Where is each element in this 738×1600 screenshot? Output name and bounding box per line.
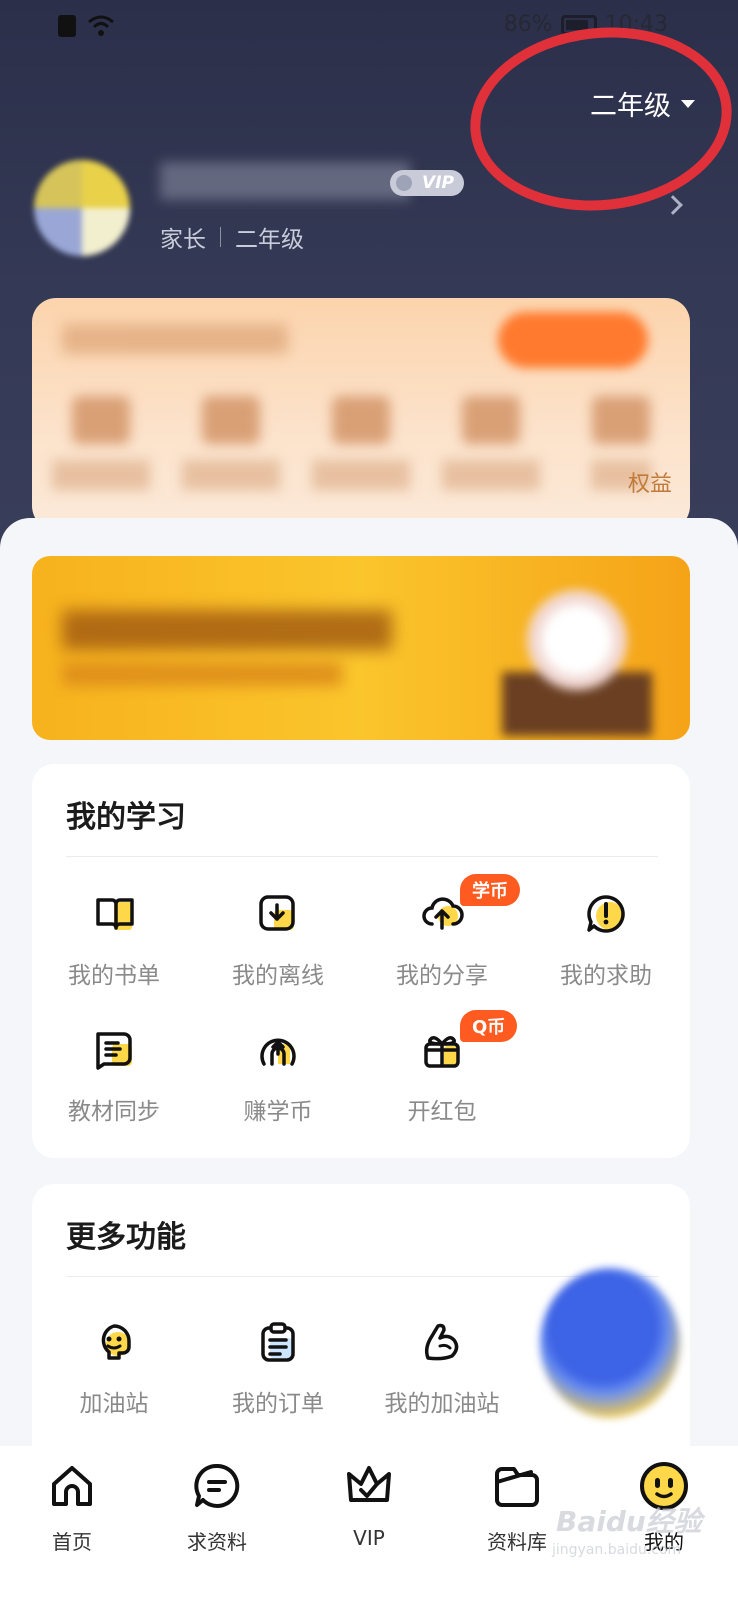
tab-label: 首页: [52, 1530, 92, 1554]
divider: [66, 1276, 658, 1277]
coin-badge: 学币: [460, 874, 520, 906]
study-item-help[interactable]: 我的求助: [526, 892, 686, 990]
more-item-label: 我的订单: [232, 1391, 324, 1417]
study-item-label: 我的书单: [68, 963, 160, 989]
benefit-icon: [72, 396, 130, 444]
avatar[interactable]: [34, 160, 130, 256]
study-item-offline[interactable]: 我的离线: [198, 892, 358, 990]
study-item-label: 开红包: [407, 1099, 477, 1125]
folder-icon: [495, 1467, 539, 1507]
banner-mascot-image: [502, 576, 652, 736]
benefit-label-redacted: [182, 460, 280, 490]
download-icon: [256, 892, 300, 936]
study-item-share[interactable]: 学币 我的分享: [362, 874, 522, 990]
book-icon: [92, 892, 136, 936]
mascot-face-icon: [92, 1320, 136, 1364]
study-item-textbook-sync[interactable]: 教材同步: [34, 1028, 194, 1126]
promo-banner[interactable]: [32, 556, 690, 740]
study-item-label: 教材同步: [68, 1099, 160, 1125]
crown-icon: [347, 1466, 391, 1502]
tab-label: VIP: [353, 1526, 385, 1550]
home-icon: [52, 1466, 92, 1506]
benefit-item[interactable]: [46, 396, 156, 490]
benefit-label-redacted: [312, 460, 410, 490]
vip-badge: VIP: [390, 170, 464, 196]
chat-icon: [194, 1463, 240, 1508]
benefit-item[interactable]: [306, 396, 416, 490]
membership-card[interactable]: 权益: [32, 298, 690, 530]
profile-role: 家长: [160, 227, 206, 253]
benefit-icon: [202, 396, 260, 444]
sim-card-icon: [58, 15, 76, 37]
vip-badge-label: VIP: [422, 173, 454, 193]
tab-request[interactable]: 求资料: [157, 1460, 277, 1555]
gift-icon: Q币: [420, 1010, 518, 1072]
clipboard-icon: [256, 1320, 300, 1364]
my-study-title: 我的学习: [66, 800, 186, 835]
banner-title-redacted: [62, 610, 392, 650]
battery-percent: 86%: [503, 12, 553, 37]
q-coin-badge: Q币: [460, 1010, 518, 1042]
study-item-earn-coins[interactable]: 赚学币: [198, 1028, 358, 1126]
help-bubble-icon: [584, 892, 628, 936]
more-item-label: 我的加油站: [384, 1391, 500, 1417]
more-item-gas-station[interactable]: 加油站: [34, 1320, 194, 1418]
study-item-label: 赚学币: [243, 1099, 313, 1125]
divider: [66, 856, 658, 857]
tab-label: 求资料: [187, 1530, 247, 1554]
membership-benefits: [46, 396, 676, 490]
more-item-orders[interactable]: 我的订单: [198, 1320, 358, 1418]
upload-cloud-icon: 学币: [420, 874, 520, 936]
benefit-item[interactable]: [176, 396, 286, 490]
benefit-label-redacted: [442, 460, 540, 490]
textbook-icon: [92, 1028, 136, 1072]
profile-grade: 二年级: [235, 227, 304, 253]
membership-button-redacted[interactable]: [498, 312, 648, 368]
banner-subtitle-redacted: [62, 662, 342, 686]
tab-vip[interactable]: VIP: [309, 1460, 429, 1550]
my-study-card: 我的学习 我的书单 我的离线 学币 我的分享 我的求助 教材同步 赚学币 Q币 …: [32, 764, 690, 1158]
study-item-label: 我的离线: [232, 963, 324, 989]
floating-widget-redacted[interactable]: [540, 1268, 680, 1418]
study-item-red-packet[interactable]: Q币 开红包: [362, 1010, 522, 1126]
role-divider: [220, 227, 221, 247]
tab-label: 资料库: [487, 1530, 547, 1554]
baidu-watermark: Baidu经验: [556, 1505, 702, 1538]
membership-title-redacted: [62, 324, 288, 354]
benefit-icon: [462, 396, 520, 444]
more-item-label: 加油站: [79, 1391, 149, 1417]
earn-coin-icon: [256, 1028, 300, 1072]
more-item-my-gas-station[interactable]: 我的加油站: [362, 1320, 522, 1418]
watermark-url: jingyan.baidu.com: [552, 1542, 682, 1558]
wifi-icon: [86, 14, 116, 38]
benefit-item[interactable]: [436, 396, 546, 490]
tab-home[interactable]: 首页: [12, 1460, 132, 1555]
study-item-book-list[interactable]: 我的书单: [34, 892, 194, 990]
study-item-label: 我的分享: [396, 963, 488, 989]
username-redacted: [160, 162, 410, 200]
vip-dot-icon: [396, 175, 412, 191]
benefit-label-redacted: [52, 460, 150, 490]
profile-role-line: 家长 二年级: [160, 220, 304, 254]
more-functions-title: 更多功能: [66, 1220, 186, 1255]
muscle-icon: [420, 1320, 464, 1364]
status-left: [58, 14, 116, 38]
study-item-label: 我的求助: [560, 963, 652, 989]
benefit-icon: [592, 396, 650, 444]
rights-label[interactable]: 权益: [628, 466, 672, 498]
benefit-icon: [332, 396, 390, 444]
